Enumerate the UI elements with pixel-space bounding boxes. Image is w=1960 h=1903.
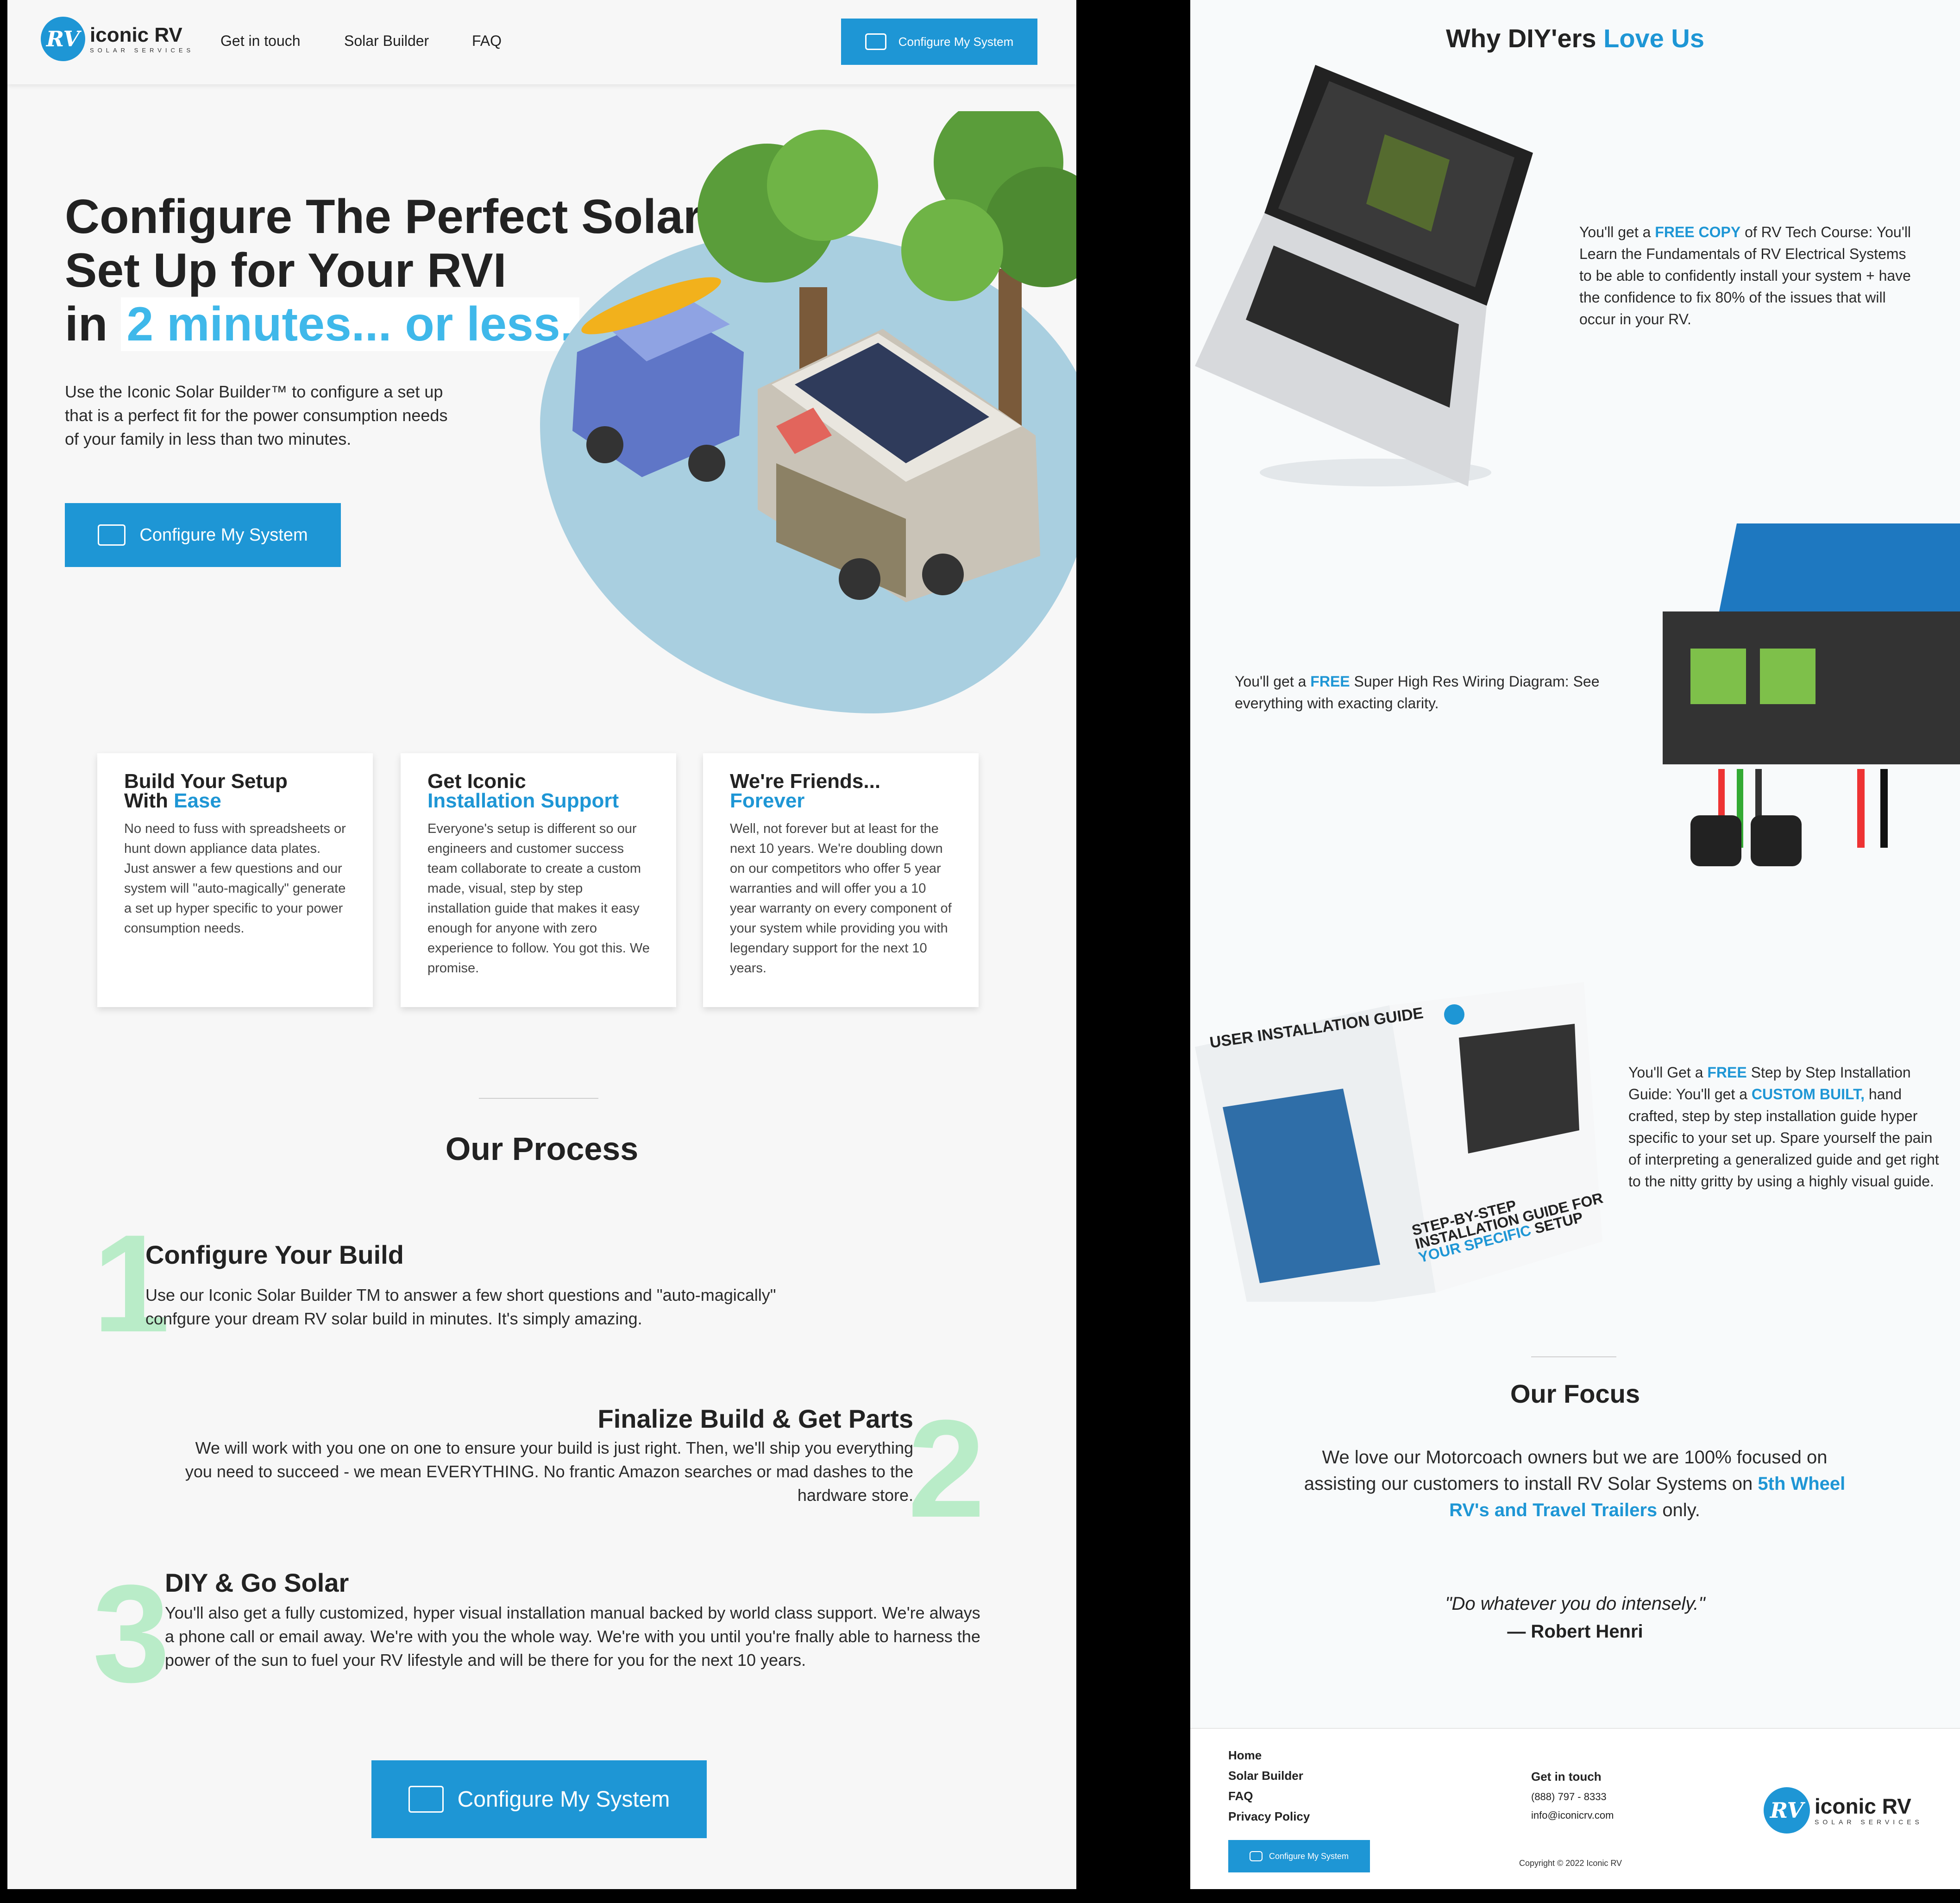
laptop-course-image — [1195, 65, 1533, 486]
hero-title-in: in — [65, 297, 108, 351]
rv-logo-icon: RV — [41, 17, 85, 61]
nav-solar-builder[interactable]: Solar Builder — [344, 32, 429, 50]
card-title: Get Iconic Installation Support — [427, 770, 619, 812]
landing-page-right: Why DIY'ers Love Us You'll get a FREE CO… — [1190, 0, 1960, 1889]
card-title: We're Friends... Forever — [730, 770, 881, 812]
brand-subtitle: SOLAR SERVICES — [1815, 1818, 1923, 1826]
inverter-wiring-image — [1663, 523, 1960, 866]
quote-text: "Do whatever you do intensely." — [1445, 1594, 1705, 1614]
footer-link-solar-builder[interactable]: Solar Builder — [1228, 1769, 1303, 1783]
process-title: Our Process — [445, 1131, 639, 1167]
landing-page-left: RV iconic RV SOLAR SERVICES Get in touch… — [7, 0, 1076, 1889]
footer-brand-logo[interactable]: RV iconic RV SOLAR SERVICES — [1764, 1787, 1923, 1834]
footer-cta-label: Configure My System — [1269, 1851, 1349, 1861]
installation-guide-image — [1195, 982, 1602, 1302]
header: RV iconic RV SOLAR SERVICES Get in touch… — [7, 0, 1076, 84]
hero-title-highlight: 2 minutes... or less. — [121, 297, 579, 351]
brand-name: iconic RV — [1815, 1794, 1911, 1818]
feature-card-forever: We're Friends... Forever Well, not foreve… — [703, 753, 979, 1007]
quote-author: — Robert Henri — [1507, 1621, 1643, 1642]
step-title: Finalize Build & Get Parts — [597, 1404, 913, 1433]
rv-scene-illustration — [572, 111, 1076, 602]
divider — [1531, 1356, 1616, 1357]
solar-panel-icon — [408, 1786, 444, 1813]
solar-panel-icon — [865, 33, 886, 50]
hero-cta-label: Configure My System — [139, 525, 308, 545]
hero-configure-button[interactable]: Configure My System — [65, 503, 341, 567]
focus-title: Our Focus — [1510, 1379, 1640, 1408]
step-body: You'll also get a fully customized, hype… — [165, 1603, 980, 1670]
card-body: No need to fuss with spreadsheets or hun… — [124, 821, 346, 936]
rv-logo-icon: RV — [1764, 1787, 1810, 1834]
hero-lede: Use the Iconic Solar Builder™ to configu… — [65, 382, 448, 448]
focus-body: We love our Motorcoach owners but we are… — [1304, 1447, 1846, 1520]
why-title: Why DIY'ers Love Us — [1446, 24, 1704, 53]
card-body: Well, not forever but at least for the n… — [730, 821, 952, 976]
footer-link-privacy[interactable]: Privacy Policy — [1228, 1809, 1310, 1824]
feature-card-support: Get Iconic Installation Support Everyone'… — [401, 753, 676, 1007]
card-body: Everyone's setup is different so our eng… — [427, 821, 650, 976]
header-cta-label: Configure My System — [898, 34, 1014, 49]
card-title: Build Your Setup With Ease — [124, 770, 288, 812]
step-title: DIY & Go Solar — [165, 1568, 349, 1597]
step-title: Configure Your Build — [145, 1240, 404, 1269]
nav-faq[interactable]: FAQ — [472, 32, 502, 50]
why-item-diagram: You'll get a FREE Super High Res Wiring … — [1235, 673, 1600, 712]
footer-link-home[interactable]: Home — [1228, 1748, 1262, 1763]
footer-contact-title: Get in touch — [1531, 1770, 1602, 1783]
footer-copyright: Copyright © 2022 Iconic RV — [1519, 1859, 1622, 1868]
footer: Home Solar Builder FAQ Privacy Policy Co… — [1190, 1728, 1960, 1889]
footer-phone[interactable]: (888) 797 - 8333 — [1531, 1791, 1607, 1803]
nav-get-in-touch[interactable]: Get in touch — [220, 32, 301, 50]
brand-logo[interactable]: RV iconic RV SOLAR SERVICES — [41, 17, 194, 61]
why-item-guide: You'll Get a FREE Step by Step Installat… — [1628, 1064, 1939, 1190]
feature-card-ease: Build Your Setup With Ease No need to fus… — [97, 753, 373, 1007]
step-number: 2 — [908, 1391, 985, 1546]
why-item-course: You'll get a FREE COPY of RV Tech Course… — [1579, 224, 1911, 328]
brand-name: iconic RV — [90, 23, 182, 46]
step-body: Use our Iconic Solar Builder TM to answe… — [145, 1285, 776, 1328]
process-cta-label: Configure My System — [457, 1787, 670, 1812]
solar-panel-icon — [1249, 1851, 1263, 1861]
footer-configure-button[interactable]: Configure My System — [1228, 1840, 1370, 1872]
header-configure-button[interactable]: Configure My System — [841, 19, 1037, 65]
step-number: 3 — [93, 1556, 170, 1711]
step-body: We will work with you one on one to ensu… — [185, 1438, 913, 1505]
footer-link-faq[interactable]: FAQ — [1228, 1789, 1253, 1803]
process-configure-button[interactable]: Configure My System — [371, 1760, 707, 1838]
footer-email[interactable]: info@iconicrv.com — [1531, 1809, 1614, 1821]
divider — [479, 1098, 598, 1099]
brand-subtitle: SOLAR SERVICES — [90, 46, 195, 54]
solar-panel-icon — [98, 524, 126, 546]
